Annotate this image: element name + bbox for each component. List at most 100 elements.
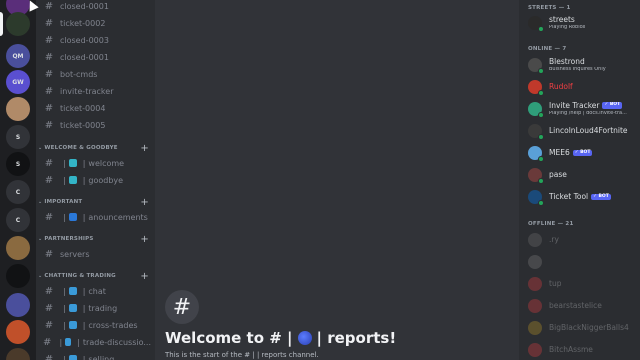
member-text: BigBlackNiggerBalls4 (549, 324, 629, 332)
server-icon[interactable] (6, 264, 30, 288)
member-item[interactable]: BigBlackNiggerBalls4 (528, 318, 638, 338)
member-text: Ticket Tool ✓ BOT (549, 193, 611, 201)
member-item[interactable]: Invite Tracker ✓ BOT Playing /help | docs.… (528, 99, 638, 119)
member-item[interactable]: .ry (528, 230, 638, 250)
active-server-indicator (0, 12, 3, 36)
avatar (528, 146, 544, 162)
channel-emoji-icon (68, 287, 77, 295)
channel-separator: | (82, 320, 86, 330)
server-icon[interactable]: QM (6, 44, 30, 68)
server-icon[interactable] (6, 293, 30, 317)
member-item[interactable]: Blestrond Buisness Inquires Only (528, 55, 638, 75)
add-channel-icon[interactable]: + (140, 197, 149, 208)
welcome-suffix: | reports! (316, 329, 397, 347)
text-channel-icon: # (44, 319, 54, 331)
server-icon[interactable] (6, 320, 30, 344)
text-channel-icon: # (44, 34, 54, 46)
server-icon[interactable]: S (6, 152, 30, 176)
member-item[interactable]: BitchAssme (528, 340, 638, 360)
bot-badge: ✓ BOT (602, 102, 623, 109)
channel-item[interactable]: # | | trading (42, 300, 151, 316)
channel-emoji-icon (68, 321, 77, 329)
channel-item[interactable]: # servers (42, 246, 151, 262)
member-item[interactable]: Ticket Tool ✓ BOT (528, 187, 638, 207)
channel-item[interactable]: # | | selling (42, 351, 151, 360)
member-name: Blestrond (549, 58, 606, 66)
channel-category[interactable]: ⌄ CHATTING & TRADING + (38, 270, 149, 282)
member-text: .ry (549, 236, 559, 244)
channel-item[interactable]: # | | anouncements (42, 209, 151, 225)
member-name: Ticket Tool ✓ BOT (549, 193, 611, 201)
channel-sidebar: # closed-0001 # ticket-0002 # closed-0003 # clo… (36, 0, 155, 360)
member-item[interactable]: streets Playing Roblox (528, 13, 638, 33)
text-channel-icon: # (44, 248, 54, 260)
member-name: BitchAssme (549, 346, 593, 354)
member-item[interactable]: bearstastelice (528, 296, 638, 316)
channel-emoji-icon (68, 355, 77, 360)
channel-item[interactable]: # | | chat (42, 283, 151, 299)
server-icon[interactable]: C (6, 180, 30, 204)
status-online-icon (538, 26, 544, 32)
channel-separator: | (82, 158, 86, 168)
server-icon[interactable] (6, 236, 30, 260)
discord-window: QM GW S S C C # closed-0001 # ticket-0002 # closed… (0, 0, 640, 360)
server-icon[interactable]: GW (6, 70, 30, 94)
channel-emoji-icon (68, 176, 77, 184)
channel-item[interactable]: # ticket-0005 (42, 117, 151, 133)
bot-badge: ✓ BOT (572, 149, 593, 157)
member-text: pase (549, 171, 567, 179)
member-item[interactable]: MEE6 ✓ BOT (528, 143, 638, 163)
channel-category[interactable]: ⌄ WELCOME & GOODBYE + (38, 142, 149, 154)
member-item[interactable]: Rudolf (528, 77, 638, 97)
channel-item[interactable]: # bot-cmds (42, 66, 151, 82)
channel-separator: | (63, 286, 66, 296)
channel-name: ticket-0002 (60, 18, 106, 28)
channel-item[interactable]: # closed-0001 (42, 49, 151, 65)
channel-item[interactable]: # | | cross-trades (42, 317, 151, 333)
channel-category[interactable]: ⌄ PARTNERSHIPS + (38, 233, 149, 245)
text-channel-icon: # (44, 85, 54, 97)
channel-item[interactable]: # ticket-0002 (42, 15, 151, 31)
chevron-down-icon: ⌄ (38, 199, 43, 205)
channel-item[interactable]: # | | goodbye (42, 172, 151, 188)
member-item[interactable]: LincolnLoud4Fortnite (528, 121, 638, 141)
add-channel-icon[interactable]: + (140, 143, 149, 154)
server-icon[interactable] (6, 12, 30, 36)
member-name: streets (549, 16, 585, 24)
member-item[interactable] (528, 252, 638, 272)
member-name: LincolnLoud4Fortnite (549, 127, 628, 135)
channel-separator: | (63, 158, 66, 168)
channel-item[interactable]: # | | trade-discussio... (42, 334, 151, 350)
channel-separator: | (63, 354, 66, 360)
channel-item[interactable]: # | | welcome (42, 155, 151, 171)
add-channel-icon[interactable]: + (140, 234, 149, 245)
channel-category[interactable]: ⌄ IMPORTANT + (38, 196, 149, 208)
server-icon[interactable]: C (6, 208, 30, 232)
channel-separator: | (82, 303, 86, 313)
member-text: MEE6 ✓ BOT (549, 149, 593, 157)
status-online-icon (538, 90, 544, 96)
channel-item[interactable]: # closed-0001 (42, 0, 151, 14)
channel-separator: | (63, 212, 66, 222)
server-icon[interactable]: S (6, 125, 30, 149)
text-channel-icon: # (44, 285, 54, 297)
channel-name: ticket-0004 (60, 103, 106, 113)
channel-name: invite-tracker (60, 86, 114, 96)
avatar (528, 58, 544, 74)
server-icon[interactable] (6, 97, 30, 121)
channel-name: trading (88, 303, 118, 313)
member-item[interactable]: tup (528, 274, 638, 294)
chevron-down-icon: ⌄ (38, 273, 43, 279)
member-text: BitchAssme (549, 346, 593, 354)
channel-name: closed-0001 (60, 52, 109, 62)
member-item[interactable]: pase (528, 165, 638, 185)
channel-item[interactable]: # closed-0003 (42, 32, 151, 48)
text-channel-icon: # (44, 68, 54, 80)
channel-separator: | (63, 303, 66, 313)
server-icon[interactable] (6, 348, 30, 360)
channel-item[interactable]: # ticket-0004 (42, 100, 151, 116)
channel-item[interactable]: # invite-tracker (42, 83, 151, 99)
text-channel-icon: # (44, 17, 54, 29)
avatar (528, 102, 544, 118)
add-channel-icon[interactable]: + (140, 271, 149, 282)
